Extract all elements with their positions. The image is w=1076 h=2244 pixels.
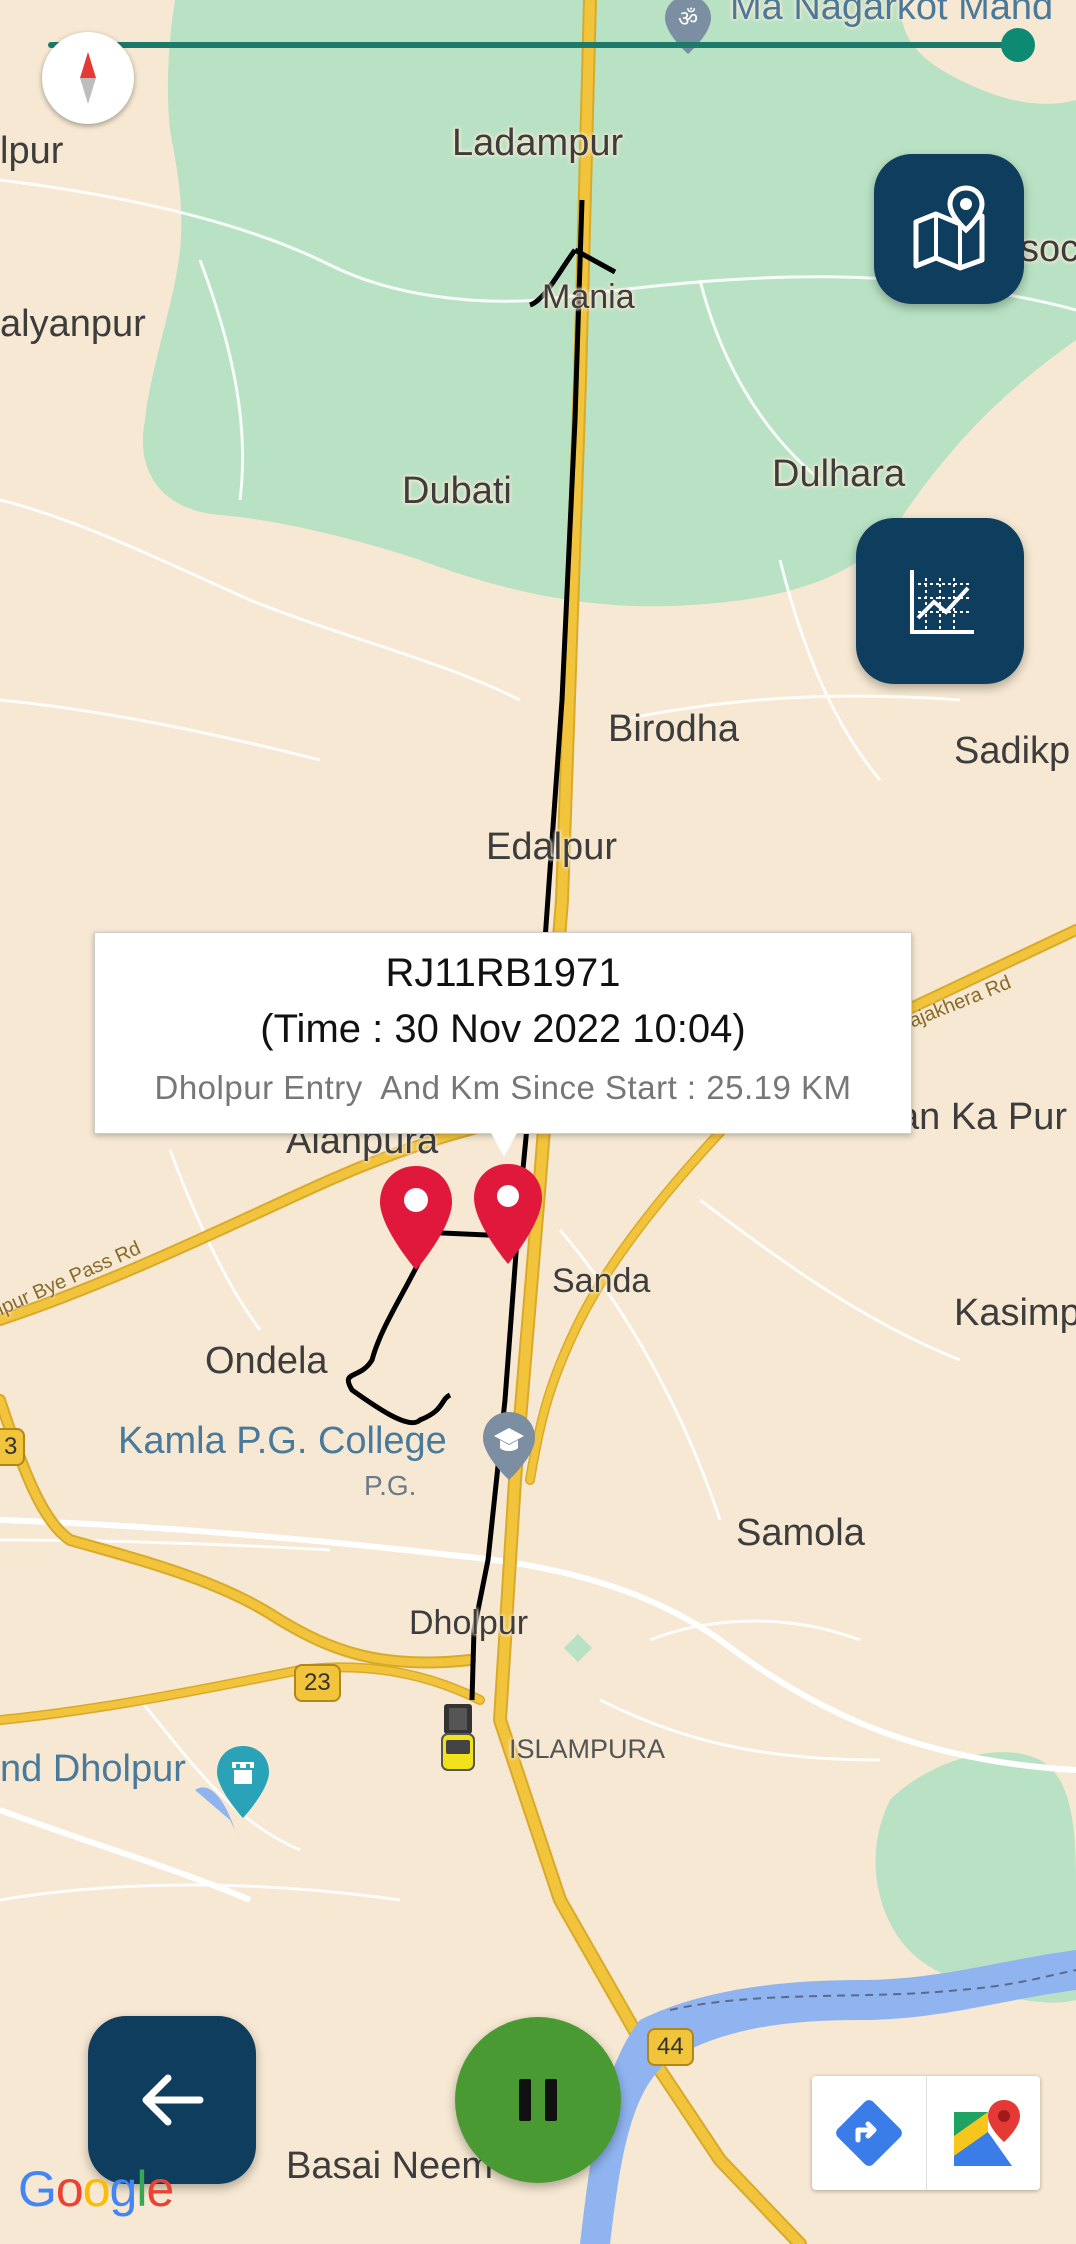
place-label: Mania <box>542 278 635 316</box>
place-label: Ladampur <box>452 122 624 164</box>
poi-label-college-sub: P.G. <box>364 1470 417 1501</box>
info-window-pointer <box>490 1131 518 1157</box>
location-marker-end[interactable] <box>472 1162 544 1266</box>
info-window[interactable]: RJ11RB1971 (Time : 30 Nov 2022 10:04) Dh… <box>94 932 912 1134</box>
compass-button[interactable] <box>42 32 134 124</box>
map-pin-icon <box>913 185 985 271</box>
location-marker-start[interactable] <box>378 1164 454 1272</box>
place-label: Edalpur <box>486 826 617 868</box>
place-label: Birodha <box>608 708 739 750</box>
arrow-left-icon <box>142 2074 204 2126</box>
maps-toolbar <box>812 2076 1040 2190</box>
place-label: an Ka Pur <box>898 1096 1067 1138</box>
google-maps-button[interactable] <box>926 2076 1040 2190</box>
directions-icon <box>836 2100 902 2166</box>
vehicle-icon[interactable] <box>440 1700 476 1774</box>
place-label: Ondela <box>205 1340 328 1382</box>
poi-label-fort: nd Dholpur <box>0 1748 186 1790</box>
google-maps-icon <box>954 2100 1020 2166</box>
place-label: Kasimp <box>954 1292 1076 1334</box>
fort-icon[interactable] <box>214 1744 272 1820</box>
place-label: Sanda <box>552 1262 651 1300</box>
geofence-button[interactable] <box>874 154 1024 304</box>
place-label: Samola <box>736 1512 865 1554</box>
highway-shield-edge: 3 <box>0 1428 26 1466</box>
place-label: ISLAMPURA <box>509 1734 666 1764</box>
poi-label-college: Kamla P.G. College <box>118 1420 447 1462</box>
timestamp: (Time : 30 Nov 2022 10:04) <box>260 1007 746 1051</box>
place-label: Dulhara <box>772 453 906 495</box>
chart-icon <box>910 570 974 634</box>
college-icon[interactable] <box>480 1410 538 1482</box>
playback-slider-thumb[interactable] <box>1001 28 1036 62</box>
location-description: Dholpur Entry And Km Since Start : 25.19… <box>154 1069 852 1106</box>
vehicle-number: RJ11RB1971 <box>385 951 621 995</box>
google-logo: Google <box>18 2160 188 2232</box>
back-button[interactable] <box>88 2016 256 2184</box>
highway-shield-44: 44 <box>647 2028 694 2066</box>
place-label: Sadikp <box>954 730 1071 772</box>
place-label: Dubati <box>402 470 512 512</box>
graph-button[interactable] <box>856 518 1024 684</box>
playback-slider-track[interactable] <box>48 42 1028 48</box>
pause-icon <box>519 2079 557 2121</box>
map-screen[interactable]: Ladampur Mania alyanpur lpur Dubati Dulh… <box>0 0 1076 2244</box>
place-label: Dholpur <box>409 1604 529 1642</box>
highway-shield-23: 23 <box>294 1664 341 1702</box>
poi-label-temple: Ma Nagarkot Mand <box>730 0 1054 28</box>
svg-text:ॐ: ॐ <box>678 7 698 32</box>
pause-button[interactable] <box>455 2017 621 2183</box>
compass-icon <box>80 52 96 104</box>
place-label: alyanpur <box>0 303 146 345</box>
place-label: soc <box>1020 228 1076 270</box>
place-label: lpur <box>0 130 64 172</box>
directions-button[interactable] <box>812 2076 927 2190</box>
svg-text:Google: Google <box>18 2161 173 2217</box>
